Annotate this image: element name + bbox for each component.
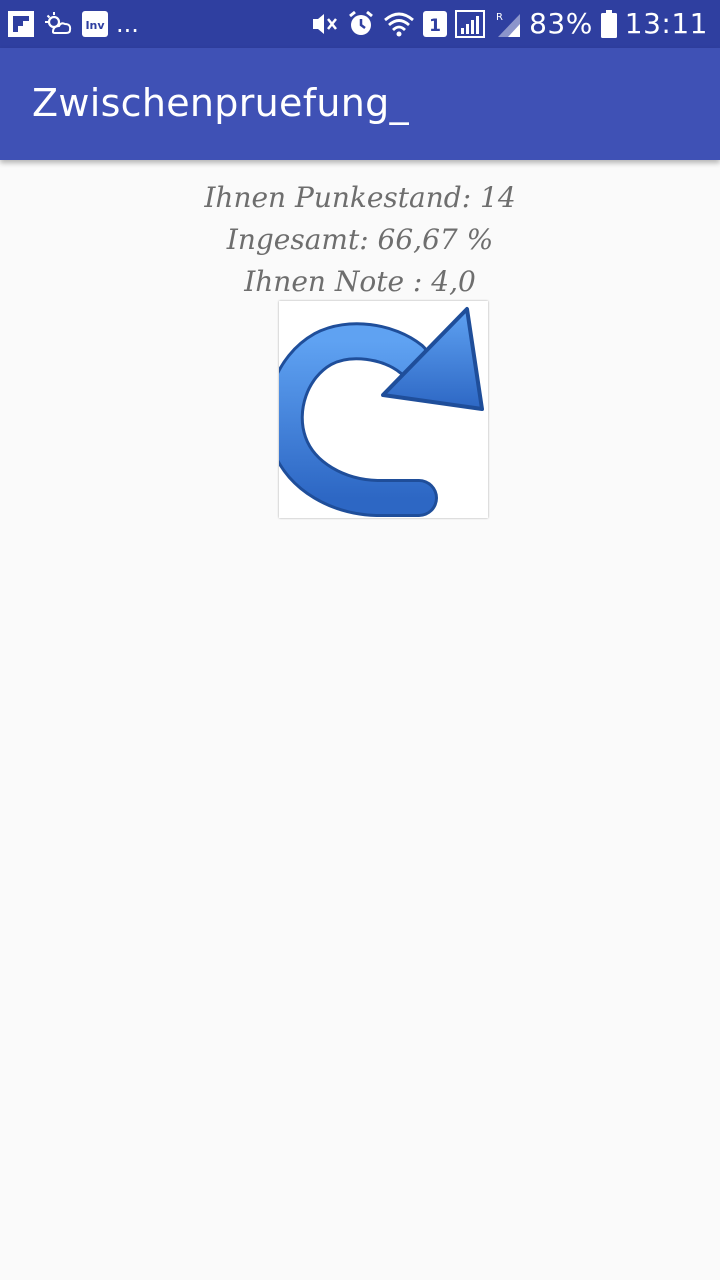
more-notifications-indicator: ... [116,10,139,38]
wifi-icon [383,10,415,38]
sim-label: 1 [429,16,441,36]
signal-strength-icon [455,10,487,38]
retry-button[interactable] [279,301,488,518]
grade-text: Ihnen Note : 4,0 [244,265,476,298]
weather-icon [44,11,72,37]
battery-icon [600,10,617,38]
vibrate-icon [309,10,339,38]
system-indicators: 1 R 83% 13:11 [309,8,708,40]
status-bar: Inv ... 1 R 83% 13:11 [0,0,720,48]
inv-icon: Inv [82,11,108,37]
notification-area: Inv ... [8,9,139,39]
svg-text:R: R [496,12,503,23]
roaming-signal-icon: R [495,10,521,38]
total-percentage-text: Ingesamt: 66,67 % [226,223,494,256]
clock: 13:11 [624,7,708,40]
score-text: Ihnen Punkestand: 14 [204,181,516,214]
inv-label: Inv [85,19,105,32]
redo-arrow-icon [279,307,484,517]
flipboard-icon [8,11,34,37]
battery-percent: 83% [529,7,593,40]
sim-card-icon: 1 [423,11,448,37]
app-bar: Zwischenpruefung_ [0,48,720,160]
app-title: Zwischenpruefung_ [32,81,409,125]
alarm-icon [347,10,375,38]
